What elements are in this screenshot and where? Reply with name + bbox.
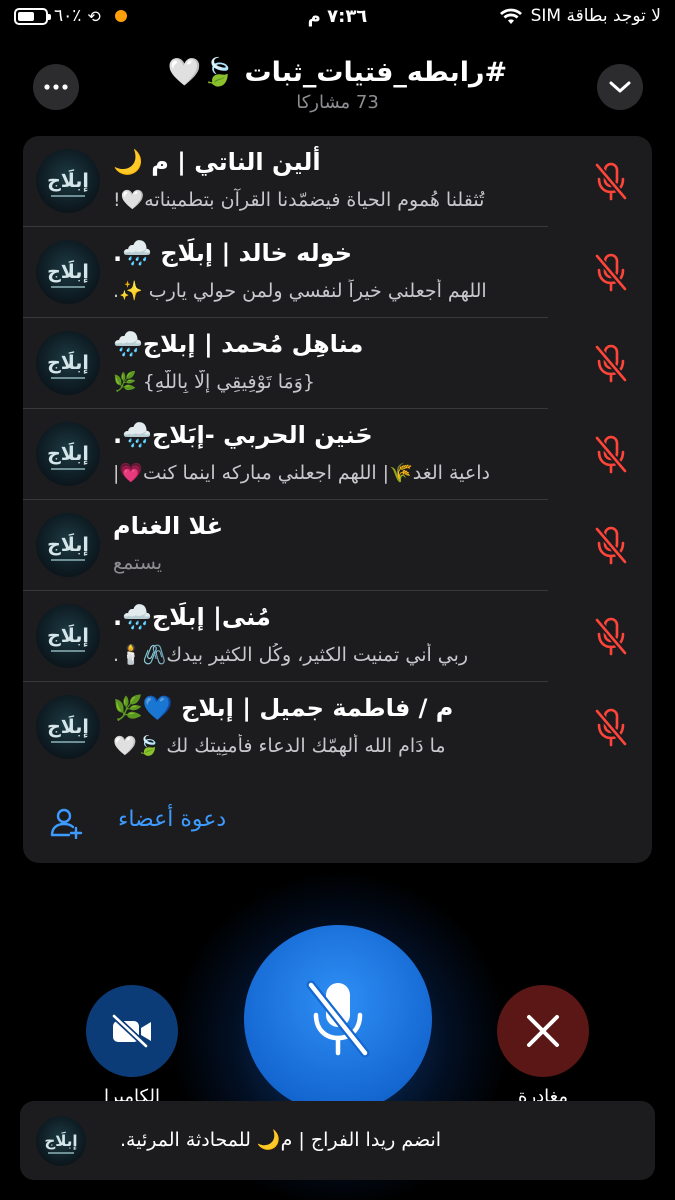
participant-row[interactable]: إبلَاج ألين الناتي | م 🌙 تُثقلنا هُموم الح… (23, 136, 652, 227)
participant-status: يستمع (113, 552, 163, 574)
avatar-label: إبلَاج (47, 716, 89, 738)
invite-members-label: دعوة أعضاء (118, 807, 227, 832)
mic-muted-icon[interactable] (593, 343, 629, 383)
mic-muted-icon[interactable] (593, 707, 629, 747)
avatar-label: إبلَاج (47, 625, 89, 647)
participant-name: خوله خالد | إبلَاج 🌧️. (113, 239, 353, 267)
avatar-label: إبلَاج (47, 261, 89, 283)
participant-row[interactable]: إبلَاج غلا الغنام يستمع (23, 500, 652, 591)
participant-row[interactable]: إبلَاج مناهِل مُحمد | إبلاج🌧️ {وَمَا تَوْف… (23, 318, 652, 409)
avatar: إبلَاج (36, 695, 100, 759)
avatar: إبلَاج (36, 1116, 86, 1166)
avatar-underline (51, 741, 85, 743)
status-bar-right: لا توجد بطاقة SIM (499, 6, 661, 26)
avatar: إبلَاج (36, 513, 100, 577)
avatar-underline (51, 195, 85, 197)
invite-members-button[interactable]: دعوة أعضاء (23, 791, 652, 851)
wifi-icon (499, 8, 522, 24)
mic-muted-icon[interactable] (593, 434, 629, 474)
avatar-label: إبلَاج (47, 170, 89, 192)
participant-name: مُنى| إبلَاج🌧️. (113, 603, 271, 631)
avatar-label: إبلَاج (47, 352, 89, 374)
participant-name: مناهِل مُحمد | إبلاج🌧️ (113, 330, 364, 358)
mic-muted-icon[interactable] (593, 161, 629, 201)
participant-row[interactable]: إبلَاج مُنى| إبلَاج🌧️. ربي أني تمنيت الكثي… (23, 591, 652, 682)
status-bar: ٦٠٪ ⟲ ٧:٣٦ م لا توجد بطاقة SIM (0, 0, 675, 36)
carrier-label: لا توجد بطاقة SIM (530, 6, 661, 26)
add-member-icon (50, 808, 83, 839)
avatar: إبلَاج (36, 422, 100, 486)
mic-muted-icon[interactable] (593, 525, 629, 565)
camera-toggle-button[interactable] (86, 985, 178, 1077)
participant-row[interactable]: إبلَاج م / فاطمة جميل | إبلاج 💙🌿 ما دَام ا… (23, 682, 652, 773)
avatar: إبلَاج (36, 240, 100, 304)
leave-call-button[interactable] (497, 985, 589, 1077)
mic-off-icon (306, 980, 370, 1058)
avatar-label: إبلَاج (44, 1132, 78, 1150)
participant-status: اللهم أجعلني خيراً لنفسي ولمن حولي يارب … (113, 280, 487, 302)
chevron-down-icon (609, 81, 631, 93)
avatar: إبلَاج (36, 331, 100, 395)
participant-row[interactable]: إبلَاج حَنين الحربي -إبَلاج🌧️. داعية الغد🌾… (23, 409, 652, 500)
participant-status: {وَمَا تَوْفِيقِي إِلَّا بِاللَّهِ} 🌿 (113, 371, 315, 393)
camera-off-icon (111, 1014, 151, 1048)
participant-name: حَنين الحربي -إبَلاج🌧️. (113, 421, 373, 449)
mic-muted-icon[interactable] (593, 252, 629, 292)
participant-status: تُثقلنا هُموم الحياة فيضمّدنا القرآن بتط… (113, 189, 485, 211)
participant-name: م / فاطمة جميل | إبلاج 💙🌿 (113, 694, 454, 722)
avatar-label: إبلَاج (47, 443, 89, 465)
participant-status: داعية الغد🌾| اللهم اجعلني مباركه اينما ك… (113, 462, 490, 484)
participant-status: ما دَام الله ألهمّك الدعاء فأمنِيتك لك 🍃… (113, 735, 446, 757)
participants-count: 73 مشاركا (296, 92, 379, 113)
avatar-underline (51, 559, 85, 561)
ellipsis-icon (44, 84, 68, 90)
avatar-label: إبلَاج (47, 534, 89, 556)
avatar-underline (51, 377, 85, 379)
collapse-button[interactable] (597, 64, 643, 110)
avatar: إبلَاج (36, 604, 100, 668)
mic-muted-icon[interactable] (593, 616, 629, 656)
avatar-underline (51, 286, 85, 288)
join-notification-toast: إبلَاج انضم ريدا الفراج | م🌙 للمحادثة ال… (20, 1101, 655, 1180)
participants-list[interactable]: إبلَاج ألين الناتي | م 🌙 تُثقلنا هُموم الح… (23, 136, 652, 863)
unmute-button[interactable] (244, 925, 432, 1113)
more-options-button[interactable] (33, 64, 79, 110)
close-icon (527, 1015, 559, 1047)
avatar-underline (51, 650, 85, 652)
group-call-title: #رابطه_فتيات_ثبات 🍃🤍 (167, 57, 508, 88)
participant-name: ألين الناتي | م 🌙 (113, 148, 321, 176)
avatar-underline (48, 1152, 74, 1154)
participant-status: ربي أني تمنيت الكثير، وكُل الكثير بيدك🖇️… (113, 644, 469, 666)
toast-message: انضم ريدا الفراج | م🌙 للمحادثة المرئية. (120, 1129, 442, 1151)
avatar: إبلَاج (36, 149, 100, 213)
participant-name: غلا الغنام (113, 512, 224, 540)
avatar-underline (51, 468, 85, 470)
participant-row[interactable]: إبلَاج خوله خالد | إبلَاج 🌧️. اللهم أجعلني… (23, 227, 652, 318)
